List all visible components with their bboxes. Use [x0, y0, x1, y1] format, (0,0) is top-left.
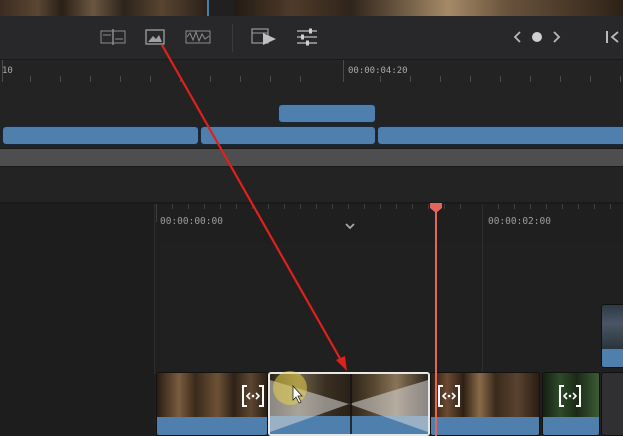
timeline-clip[interactable] — [200, 126, 376, 145]
split-view-button[interactable] — [99, 24, 127, 50]
timecode-label: 10 — [2, 66, 13, 76]
timeline-clip[interactable] — [278, 104, 376, 123]
ruler-tick — [396, 204, 397, 209]
track-header-panel — [0, 204, 154, 436]
ruler-tick — [220, 204, 221, 209]
play-range-icon — [251, 28, 276, 45]
split-view-icon — [100, 29, 126, 45]
ruler-tick — [332, 204, 333, 209]
gap-clip[interactable] — [601, 372, 623, 436]
second-marker-line — [482, 204, 483, 374]
mixer-sliders-icon — [297, 28, 317, 46]
next-button[interactable] — [543, 24, 571, 50]
lower-timecode-ruler[interactable]: 00:00:00:00 00:00:02:00 — [154, 204, 623, 244]
ruler-tick — [578, 204, 579, 209]
ruler-tick — [460, 204, 461, 209]
transition-badge[interactable] — [240, 384, 266, 408]
selected-video-clip[interactable] — [268, 372, 430, 436]
playhead-handle[interactable] — [429, 202, 443, 214]
timeline-clip[interactable] — [0, 148, 623, 167]
ruler-tick — [204, 204, 205, 209]
chevron-down-icon[interactable] — [344, 222, 356, 232]
waveform-button[interactable] — [184, 24, 212, 50]
transition-bracket-icon — [438, 385, 460, 407]
timeline-clip[interactable] — [377, 126, 623, 145]
ruler-tick — [348, 204, 349, 209]
ruler-tick — [594, 204, 595, 209]
dot-icon — [532, 32, 542, 42]
ruler-tick — [514, 204, 515, 209]
cross-dissolve-transition[interactable] — [270, 374, 428, 434]
play-range-button[interactable] — [250, 24, 278, 50]
chevron-left-icon — [513, 31, 521, 43]
chevron-right-icon — [553, 31, 561, 43]
ruler-tick — [412, 204, 413, 209]
image-overlay-icon — [145, 29, 165, 45]
ruler-tick — [364, 204, 365, 209]
skip-end-icon — [606, 31, 619, 43]
timecode-label: 00:00:04:20 — [348, 66, 408, 76]
ruler-tick — [530, 204, 531, 209]
preview-thumbnails-left — [0, 0, 207, 16]
upper-timecode-ruler[interactable]: 10 00:00:04:20 — [0, 60, 623, 82]
ruler-tick — [380, 204, 381, 209]
ruler-tick — [300, 204, 301, 209]
ruler-tick — [252, 204, 253, 209]
ruler-tick — [284, 204, 285, 209]
mixer-button[interactable] — [293, 24, 321, 50]
ruler-tick — [156, 204, 157, 222]
upper-tracks — [0, 82, 623, 202]
ruler-tick — [444, 204, 445, 209]
preview-strip — [0, 0, 623, 16]
preview-thumbnails-right — [234, 0, 623, 16]
ruler-tick — [562, 204, 563, 209]
ruler-tick — [316, 204, 317, 209]
track-divider — [154, 204, 155, 374]
timeline-clip[interactable] — [2, 126, 199, 145]
timeline-toolbar — [0, 16, 623, 60]
ruler-tick — [610, 204, 611, 209]
ruler-tick — [498, 204, 499, 209]
ruler-tick — [268, 204, 269, 209]
timeline-clip[interactable] — [601, 304, 623, 368]
transition-badge[interactable] — [557, 384, 583, 408]
timecode-label: 00:00:00:00 — [160, 216, 223, 227]
transition-bracket-icon — [559, 385, 581, 407]
timecode-label: 00:00:02:00 — [488, 216, 551, 227]
playhead-line[interactable] — [435, 210, 437, 436]
image-overlay-button[interactable] — [141, 24, 169, 50]
ruler-tick — [236, 204, 237, 209]
transition-bracket-icon — [242, 385, 264, 407]
toolbar-separator — [232, 24, 233, 52]
ruler-tick — [343, 60, 344, 82]
transition-badge[interactable] — [436, 384, 462, 408]
skip-end-button[interactable] — [601, 24, 623, 50]
waveform-icon — [185, 30, 211, 44]
preview-divider[interactable] — [207, 0, 209, 16]
ruler-tick — [172, 204, 173, 209]
ruler-tick — [546, 204, 547, 209]
ruler-tick — [188, 204, 189, 209]
